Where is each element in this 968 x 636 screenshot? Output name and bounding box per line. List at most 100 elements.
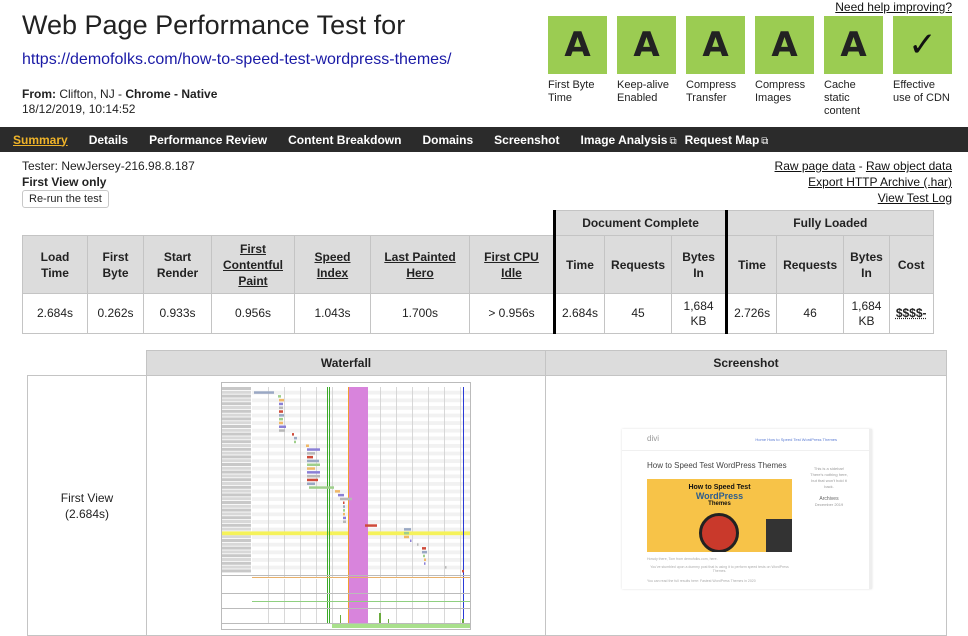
request-label <box>222 409 251 413</box>
request-label <box>222 489 251 493</box>
raw-object-data-link[interactable]: Raw object data <box>866 159 952 173</box>
gridline <box>396 387 397 577</box>
tested-url-link[interactable]: https://demofolks.com/how-to-speed-test-… <box>22 51 452 69</box>
tab-performance-review[interactable]: Performance Review <box>149 133 267 147</box>
separator: - <box>170 87 182 101</box>
gridline <box>332 387 333 577</box>
gridline <box>428 387 429 577</box>
request-bar <box>338 493 344 497</box>
checkmark-icon[interactable]: ✓ <box>893 16 952 74</box>
waterfall-header: Waterfall <box>146 350 546 376</box>
tab-request-map[interactable]: Request Map ⧉ <box>685 133 769 147</box>
raw-page-data-link[interactable]: Raw page data <box>775 159 856 173</box>
tab-details[interactable]: Details <box>89 133 128 147</box>
waterfall-thumbnail[interactable] <box>221 382 471 630</box>
grade-cdn[interactable]: ✓ Effective use of CDN <box>893 16 952 118</box>
value-start-render: 0.933s <box>143 293 212 334</box>
page-screenshot[interactable]: divi Home How to Speed Test WordPress Th… <box>622 429 872 589</box>
request-bar <box>343 516 346 520</box>
value-speed-index: 1.043s <box>294 293 371 334</box>
request-label <box>222 417 251 421</box>
gridline <box>444 387 445 577</box>
request-bar <box>404 531 409 535</box>
request-label <box>222 398 251 402</box>
view-mode: First View only <box>22 175 107 189</box>
request-label <box>222 485 251 489</box>
tester-info: Tester: NewJersey-216.98.8.187 First Vie… <box>22 158 195 190</box>
header-load-time: Load Time <box>22 235 88 294</box>
fully-loaded-header: Fully Loaded <box>725 210 934 236</box>
grade-badge[interactable]: A <box>824 16 883 74</box>
tab-screenshot[interactable]: Screenshot <box>494 133 559 147</box>
request-bar <box>423 554 425 558</box>
request-label <box>222 550 251 554</box>
grade-badge[interactable]: A <box>686 16 745 74</box>
grade-badge[interactable]: A <box>755 16 814 74</box>
request-bar <box>422 547 426 550</box>
header-fcp[interactable]: First Contentful Paint <box>211 235 295 294</box>
waterfall-chart[interactable] <box>222 383 470 629</box>
header-first-cpu-idle[interactable]: First CPU Idle <box>469 235 555 294</box>
view-test-log-link[interactable]: View Test Log <box>878 191 952 205</box>
request-label <box>222 542 251 546</box>
request-bar <box>307 448 320 451</box>
request-bar <box>279 406 283 409</box>
request-label <box>222 527 251 531</box>
cost-link[interactable]: $$$$- <box>896 306 927 320</box>
metrics-table: Document Complete Fully Loaded Load Time… <box>22 210 934 334</box>
grade-compress-images[interactable]: A Compress Images <box>755 16 814 118</box>
highlighted-row <box>222 531 470 536</box>
fcp-link[interactable]: First Contentful Paint <box>223 242 283 288</box>
request-bar <box>343 509 345 512</box>
activity-bar <box>388 619 389 623</box>
value-last-painted-hero: 1.700s <box>370 293 470 334</box>
last-painted-hero-link[interactable]: Last Painted Hero <box>384 250 455 280</box>
waterfall-cell <box>146 375 546 636</box>
tab-image-analysis[interactable]: Image Analysis ⧉ <box>581 133 677 147</box>
grade-keep-alive[interactable]: A Keep-alive Enabled <box>617 16 676 118</box>
request-bar <box>279 429 285 432</box>
grade-label: Effective use of CDN <box>893 79 950 104</box>
request-bar <box>279 417 283 421</box>
page-title: Web Page Performance Test for <box>22 10 406 40</box>
request-bar <box>343 505 345 508</box>
browser-name: Chrome <box>125 87 171 101</box>
request-label <box>222 539 251 542</box>
request-label <box>222 501 251 504</box>
header-last-painted-hero[interactable]: Last Painted Hero <box>370 235 470 294</box>
export-har-link[interactable]: Export HTTP Archive (.har) <box>808 175 952 189</box>
tab-summary[interactable]: Summary <box>13 133 68 147</box>
rerun-test-button[interactable]: Re-run the test <box>22 190 109 208</box>
long-task-band <box>349 387 368 624</box>
tab-content-breakdown[interactable]: Content Breakdown <box>288 133 401 147</box>
screenshot-cell: divi Home How to Speed Test WordPress Th… <box>545 375 947 636</box>
grade-first-byte-time[interactable]: A First Byte Time <box>548 16 607 118</box>
speed-index-link[interactable]: Speed Index <box>314 250 350 280</box>
request-label <box>222 569 251 573</box>
grade-label: Compress Images <box>755 79 806 104</box>
grade-compress-transfer[interactable]: A Compress Transfer <box>686 16 745 118</box>
hero-text: WordPress <box>695 491 744 501</box>
value-fl-requests: 46 <box>776 293 845 334</box>
request-bar <box>307 455 313 459</box>
tab-domains[interactable]: Domains <box>422 133 473 147</box>
request-bar <box>424 562 426 565</box>
request-label <box>222 425 251 428</box>
hero-text: How to Speed Test <box>688 484 751 491</box>
grade-badge[interactable]: A <box>548 16 607 74</box>
value-cost[interactable]: $$$$- <box>888 293 934 334</box>
request-label <box>222 459 251 463</box>
grade-label: Keep-alive Enabled <box>617 79 669 104</box>
request-label <box>222 478 251 482</box>
value-first-byte: 0.262s <box>87 293 144 334</box>
grade-cache-static[interactable]: A Cache static content <box>824 16 883 118</box>
gridline <box>412 387 413 577</box>
need-help-link[interactable]: Need help improving? <box>835 0 952 14</box>
grade-badge[interactable]: A <box>617 16 676 74</box>
request-label <box>222 474 251 478</box>
header-fl-time: Time <box>725 235 778 294</box>
header-speed-index[interactable]: Speed Index <box>294 235 371 294</box>
request-label <box>222 561 251 565</box>
first-cpu-idle-link[interactable]: First CPU Idle <box>484 250 539 280</box>
request-label <box>222 432 251 436</box>
